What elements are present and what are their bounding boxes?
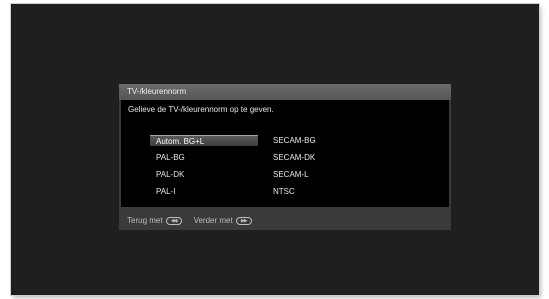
option-secam-dk[interactable]: SECAM-DK <box>267 152 375 163</box>
fast-forward-icon: ▶▶ <box>235 217 252 225</box>
back-hint[interactable]: Terug met ◀◀ <box>127 216 182 226</box>
option-secam-l[interactable]: SECAM-L <box>267 169 375 180</box>
option-autom-bg-l[interactable]: Autom. BG+L <box>150 135 258 146</box>
option-ntsc[interactable]: NTSC <box>267 186 375 197</box>
option-secam-bg[interactable]: SECAM-BG <box>267 135 375 146</box>
option-pal-bg[interactable]: PAL-BG <box>150 152 258 163</box>
dialog-footer: Terug met ◀◀ Verder met ▶▶ <box>127 216 264 226</box>
color-norm-dialog: TV-/kleurennorm Gelieve de TV-/kleurenno… <box>119 84 451 230</box>
dialog-content: Gelieve de TV-/kleurennorm op te geven. … <box>121 100 449 207</box>
next-hint[interactable]: Verder met ▶▶ <box>194 216 252 226</box>
dialog-title: TV-/kleurennorm <box>119 84 451 100</box>
tv-screen: TV-/kleurennorm Gelieve de TV-/kleurenno… <box>11 4 539 295</box>
rewind-icon: ◀◀ <box>165 217 182 225</box>
next-label: Verder met <box>193 216 233 225</box>
back-label: Terug met <box>127 216 163 225</box>
option-pal-i[interactable]: PAL-I <box>150 186 258 197</box>
dialog-prompt: Gelieve de TV-/kleurennorm op te geven. <box>128 105 274 114</box>
option-pal-dk[interactable]: PAL-DK <box>150 169 258 180</box>
